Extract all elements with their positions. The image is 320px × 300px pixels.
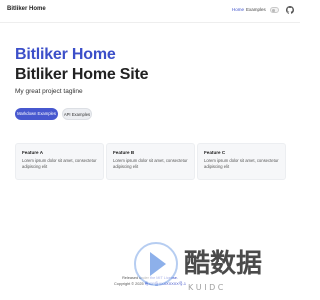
feature-details: Lorem ipsum dolor sit amet, consectetur … bbox=[204, 158, 279, 169]
feature-title: Feature C bbox=[204, 150, 226, 155]
feature-card-a: Feature A Lorem ipsum dolor sit amet, co… bbox=[15, 143, 104, 180]
hero-subtitle: Bitliker Home Site bbox=[15, 66, 149, 83]
top-navbar: Bitliker Home Home Examples bbox=[0, 0, 300, 23]
site-brand[interactable]: Bitliker Home bbox=[7, 6, 46, 12]
api-examples-button[interactable]: API Examples bbox=[62, 108, 92, 120]
nav-link-examples[interactable]: Examples bbox=[246, 7, 266, 12]
feature-title: Feature B bbox=[113, 150, 135, 155]
hero-title: Bitliker Home bbox=[15, 46, 116, 63]
watermark-text: 酷数据 bbox=[184, 249, 262, 279]
feature-card-c: Feature C Lorem ipsum dolor sit amet, co… bbox=[197, 143, 286, 180]
feature-details: Lorem ipsum dolor sit amet, consectetur … bbox=[22, 158, 97, 169]
markdown-examples-button[interactable]: Markdown Examples bbox=[15, 108, 58, 120]
feature-details: Lorem ipsum dolor sit amet, consectetur … bbox=[113, 158, 188, 169]
nav-link-home[interactable]: Home bbox=[232, 7, 244, 12]
theme-toggle-icon[interactable] bbox=[270, 7, 279, 13]
github-icon[interactable] bbox=[286, 6, 294, 14]
hero-tagline: My great project tagline bbox=[15, 88, 83, 95]
kuidc-watermark-logo: 酷数据 K U I D C bbox=[134, 242, 262, 292]
watermark-subtext: K U I D C bbox=[188, 283, 224, 292]
feature-title: Feature A bbox=[22, 150, 44, 155]
feature-card-b: Feature B Lorem ipsum dolor sit amet, co… bbox=[106, 143, 195, 180]
